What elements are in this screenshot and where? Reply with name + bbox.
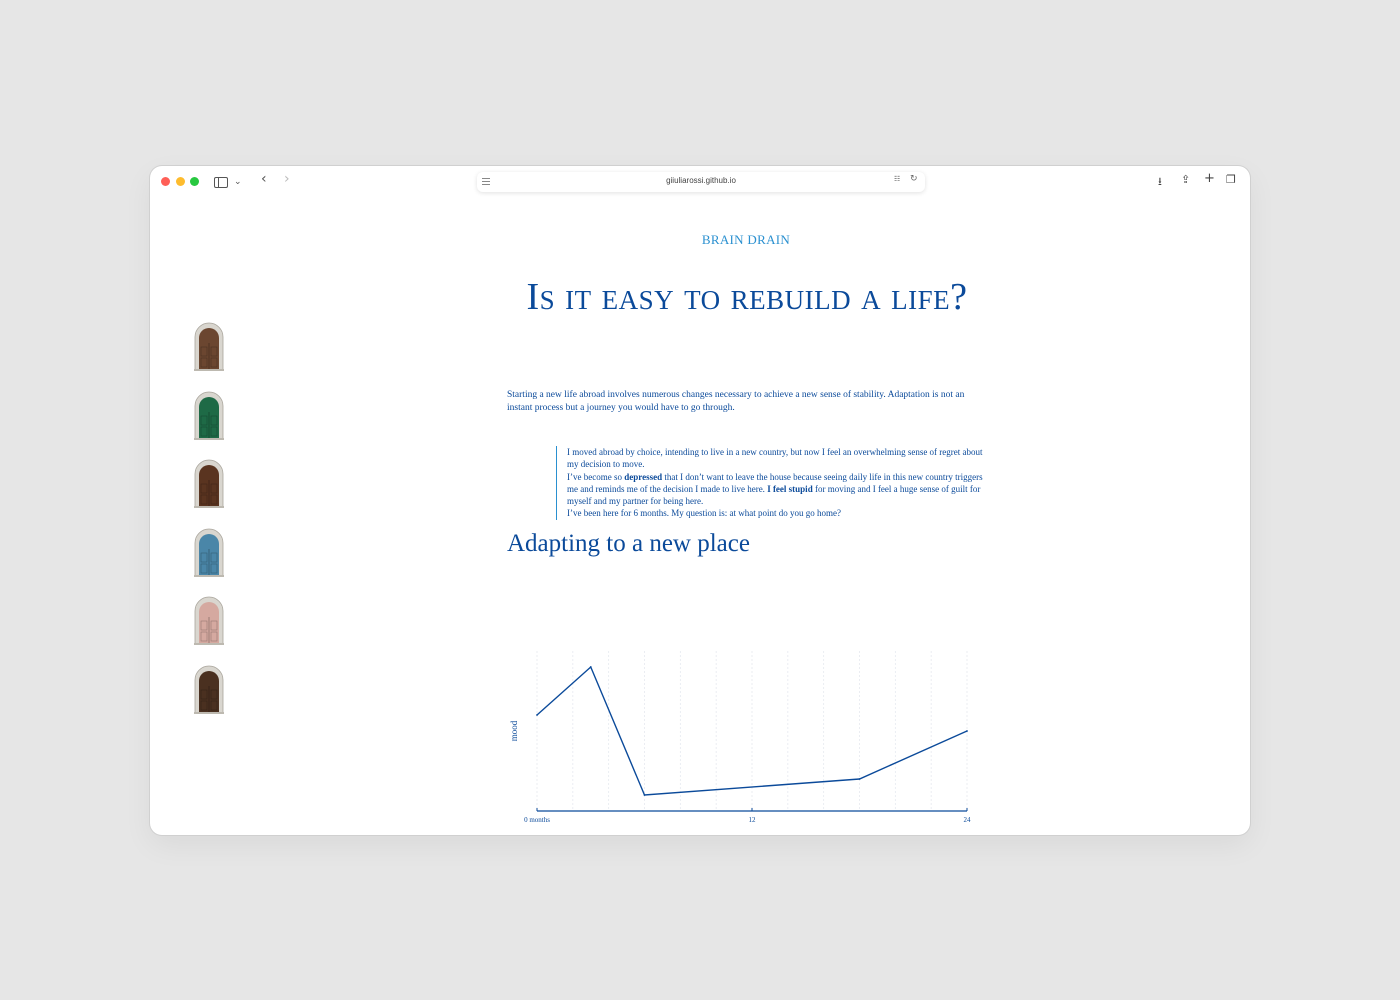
reload-icon[interactable]: ↻: [910, 174, 918, 184]
data-point: [966, 730, 968, 732]
share-icon[interactable]: ⇪: [1181, 173, 1190, 186]
door-arched-blue-icon[interactable]: [194, 527, 224, 577]
data-point: [536, 714, 538, 716]
door-arched-pink-icon[interactable]: [194, 595, 224, 645]
page-title: Is it easy to rebuild a life?: [526, 276, 968, 318]
quote-line: I’ve been here for 6 months. My question…: [567, 508, 841, 519]
address-bar[interactable]: giiuliarossi.github.io ☷ ↻: [477, 172, 925, 192]
forward-button[interactable]: ›: [284, 172, 290, 186]
tab-overview-icon[interactable]: ❐: [1226, 173, 1236, 186]
x-tick-label: 0 months: [524, 816, 550, 824]
door-arched-green-icon[interactable]: [194, 390, 224, 440]
close-window-button[interactable]: [161, 177, 170, 186]
data-point: [643, 794, 646, 796]
x-tick-label: 24: [964, 816, 972, 824]
url-text[interactable]: giiuliarossi.github.io: [477, 176, 925, 185]
browser-toolbar: ⌄ ‹ › giiuliarossi.github.io ☷ ↻ ⭳ ⇪ + ❐: [150, 166, 1250, 200]
mood-chart: 0 months 12 24 mood: [507, 641, 987, 831]
browser-window: ⌄ ‹ › giiuliarossi.github.io ☷ ↻ ⭳ ⇪ + ❐…: [150, 166, 1250, 835]
quote-emphasis: I feel stupid: [767, 483, 813, 494]
door-arched-brown-icon[interactable]: [194, 458, 224, 508]
chevron-down-icon[interactable]: ⌄: [234, 175, 242, 189]
door-arched-wood-icon[interactable]: [194, 321, 224, 371]
testimony-quote: I moved abroad by choice, intending to l…: [556, 446, 987, 520]
y-axis-label: mood: [509, 720, 519, 741]
section-title: Adapting to a new place: [507, 530, 750, 557]
data-point: [589, 666, 592, 668]
new-tab-icon[interactable]: +: [1204, 171, 1215, 186]
quote-line: I moved abroad by choice, intending to l…: [567, 447, 983, 470]
download-icon[interactable]: ⭳: [1158, 173, 1162, 192]
article-kicker: BRAIN DRAIN: [701, 232, 791, 247]
back-button[interactable]: ‹: [261, 172, 267, 186]
door-arched-dark-icon[interactable]: [194, 664, 224, 714]
x-tick-label: 12: [749, 816, 757, 824]
translate-icon[interactable]: ☷: [894, 175, 900, 183]
quote-emphasis: depressed: [624, 471, 663, 482]
intro-paragraph: Starting a new life abroad involves nume…: [507, 390, 965, 413]
quote-text: I’ve become so: [567, 471, 625, 482]
minimize-window-button[interactable]: [176, 177, 185, 186]
zoom-window-button[interactable]: [190, 177, 199, 186]
sidebar-toggle-icon[interactable]: [214, 177, 228, 188]
data-point: [858, 778, 861, 780]
